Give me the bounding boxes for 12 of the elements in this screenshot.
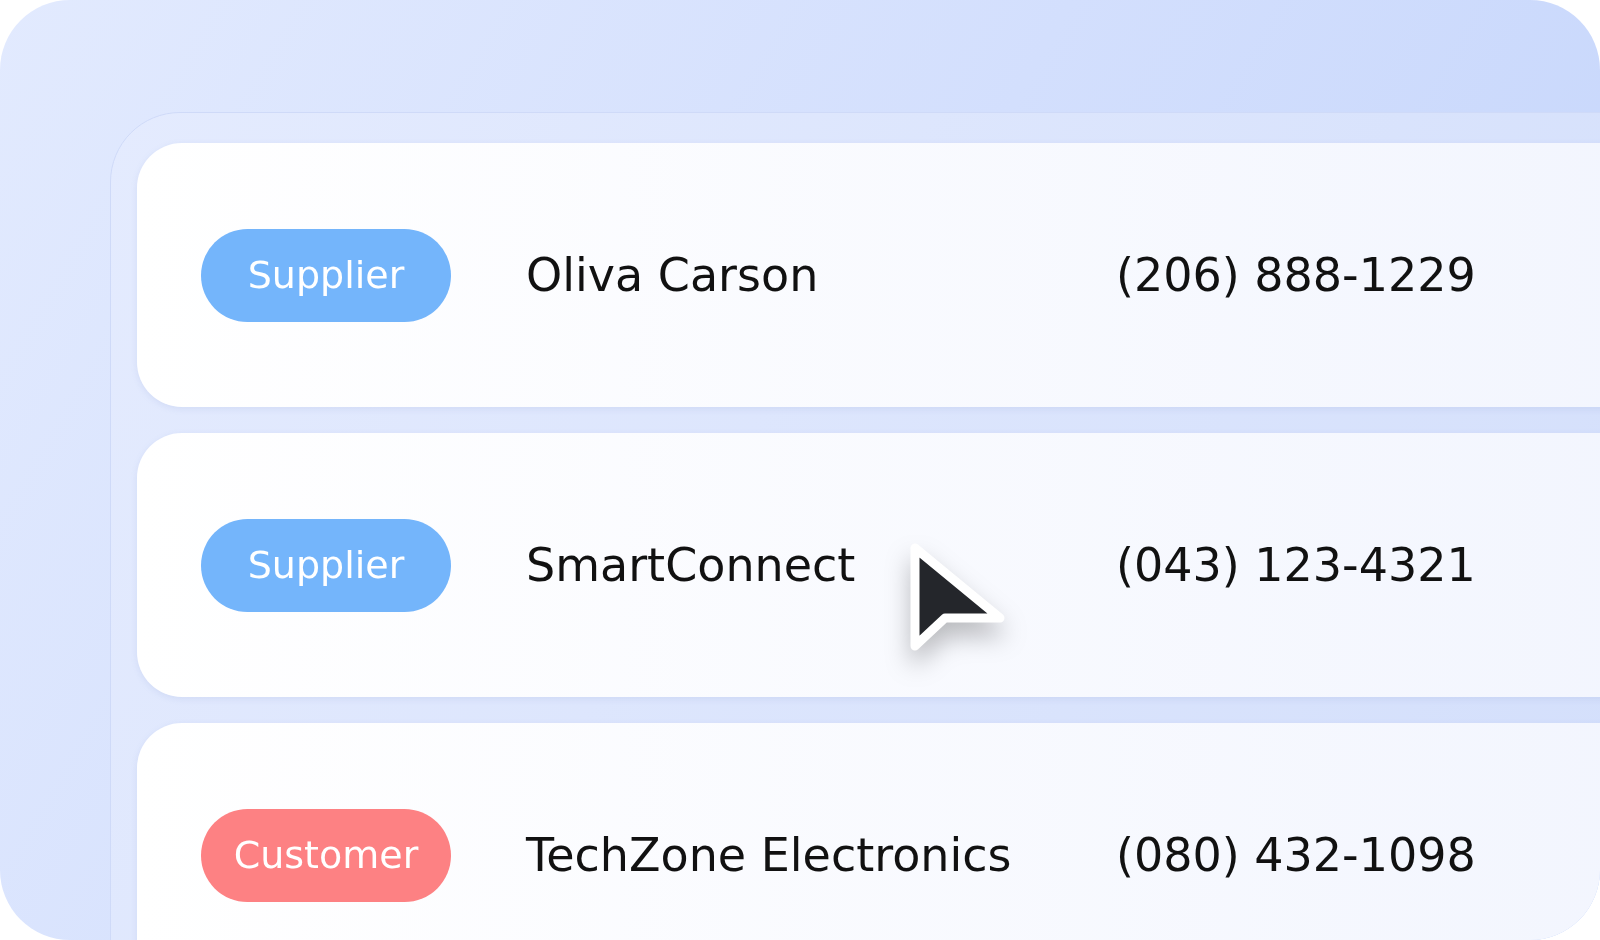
contact-name: SmartConnect [526, 538, 857, 592]
contact-phone: (080) 432-1098 [1116, 828, 1476, 882]
contact-name: TechZone Electronics [526, 828, 1013, 882]
contact-phone: (043) 123-4321 [1116, 538, 1476, 592]
contact-type-tag: Supplier [201, 228, 451, 322]
contact-type-tag: Customer [201, 808, 451, 902]
contact-card[interactable]: Supplier Oliva Carson (206) 888-1229 [137, 143, 1600, 407]
contact-card[interactable]: Supplier SmartConnect (043) 123-4321 [137, 433, 1600, 697]
contact-name: Oliva Carson [526, 248, 820, 302]
contact-phone: (206) 888-1229 [1116, 248, 1476, 302]
contact-type-tag: Supplier [201, 518, 451, 612]
contact-card[interactable]: Customer TechZone Electronics (080) 432-1098 [137, 723, 1600, 940]
